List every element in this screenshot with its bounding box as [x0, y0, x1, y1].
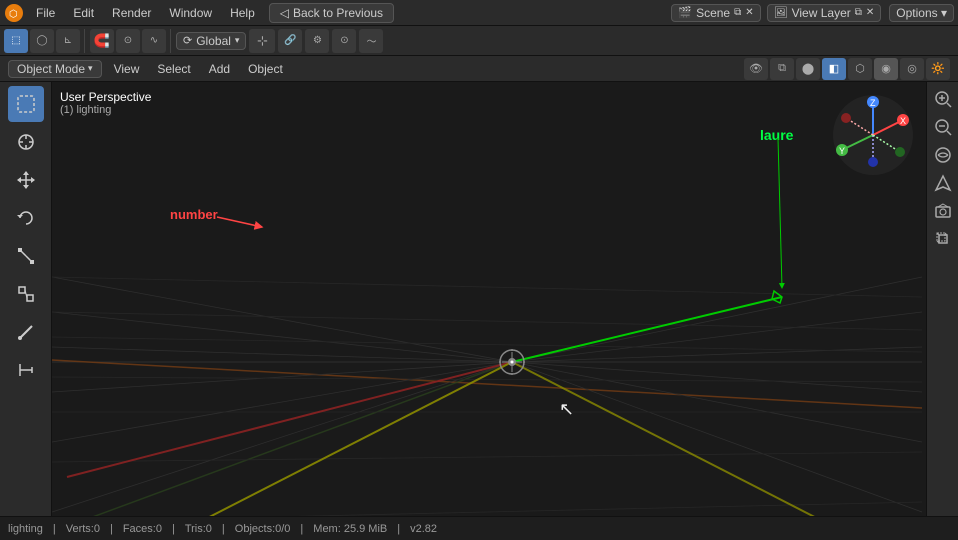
view-layer-name: View Layer [792, 6, 851, 20]
right-toolbar [926, 82, 958, 516]
status-mem: Mem: 25.9 MiB [313, 523, 387, 535]
status-objects: Objects:0/0 [235, 523, 291, 535]
select-menu[interactable]: Select [151, 60, 196, 78]
rendered-mode[interactable]: 🔆 [926, 58, 950, 80]
select-tool-btn[interactable] [8, 86, 44, 122]
snapping-group: 🧲 ⊙ ∿ [90, 29, 171, 53]
move-tool-btn[interactable] [8, 162, 44, 198]
options-button[interactable]: Options ▾ [889, 4, 954, 22]
snap-settings-btn[interactable]: ⚙ [305, 29, 329, 53]
cursor-tool-btn[interactable] [8, 124, 44, 160]
tool-selector-group: ⬚ ◯ ⊾ [4, 29, 85, 53]
options-label: Options ▾ [896, 6, 947, 20]
transform-label: Global [196, 34, 231, 48]
select-box-btn[interactable]: ⬚ [4, 29, 28, 53]
wireframe-mode[interactable]: ⬡ [848, 58, 872, 80]
status-bar: lighting | Verts:0 | Faces:0 | Tris:0 | … [0, 516, 958, 540]
mode-dropdown[interactable]: Object Mode ▾ [8, 60, 102, 78]
snap-to-btn[interactable]: 🔗 [278, 29, 302, 53]
menu-window[interactable]: Window [161, 4, 220, 22]
status-separator-4: | [222, 523, 225, 535]
scale-tool-btn[interactable] [8, 238, 44, 274]
material-mode[interactable]: ◎ [900, 58, 924, 80]
proportional-options[interactable]: ∿ [142, 29, 166, 53]
toolbar-row: ⬚ ◯ ⊾ 🧲 ⊙ ∿ ⟳ Global ▾ ⊹ 🔗 ⚙ ⊙ 〜 [0, 26, 958, 56]
zoom-out-btn[interactable] [930, 114, 956, 140]
scene-icon: 🎬 [678, 6, 692, 19]
menu-help[interactable]: Help [222, 4, 263, 22]
zoom-in-btn[interactable] [930, 86, 956, 112]
transform-tool-btn[interactable] [8, 276, 44, 312]
snap-icon[interactable]: 🧲 [90, 29, 114, 53]
pivot-btn[interactable]: ⊹ [249, 29, 275, 53]
back-arrow-icon: ◁ [280, 6, 289, 20]
svg-text:X: X [900, 116, 906, 126]
axis-gizmo[interactable]: Z X Y [828, 90, 918, 180]
solid-mode[interactable]: ◉ [874, 58, 898, 80]
xray-icon[interactable]: ◧ [822, 58, 846, 80]
status-scene: lighting [8, 523, 43, 535]
overlay-icon[interactable]: ⬤ [796, 58, 820, 80]
scene-selector[interactable]: 🎬 Scene ⧉ ✕ [671, 4, 760, 22]
orbit-btn[interactable] [930, 142, 956, 168]
blender-logo: ⬡ [4, 3, 24, 23]
menu-render[interactable]: Render [104, 4, 159, 22]
status-version: v2.82 [410, 523, 437, 535]
main-layout: User Perspective (1) lighting laure numb… [0, 82, 958, 516]
status-tris: Tris:0 [185, 523, 212, 535]
viewport-icons: 👁 ⧉ ⬤ ◧ ⬡ ◉ ◎ 🔆 [744, 58, 950, 80]
menu-edit[interactable]: Edit [65, 4, 102, 22]
status-separator-3: | [172, 523, 175, 535]
select-lasso-btn[interactable]: ⊾ [56, 29, 80, 53]
render-icon: 🖼 [774, 6, 788, 19]
back-btn-label: Back to Previous [293, 6, 383, 20]
gizmo-icon[interactable]: ⧉ [770, 58, 794, 80]
grid-canvas [52, 82, 926, 516]
svg-text:Z: Z [870, 98, 876, 108]
menu-file[interactable]: File [28, 4, 63, 22]
back-to-previous-button[interactable]: ◁ Back to Previous [269, 3, 394, 23]
status-separator-1: | [53, 523, 56, 535]
add-menu[interactable]: Add [203, 60, 236, 78]
perspective-ortho-btn[interactable] [930, 226, 956, 252]
status-separator-6: | [397, 523, 400, 535]
svg-text:Y: Y [839, 146, 845, 156]
header-menu: Object Mode ▾ View Select Add Object 👁 ⧉… [0, 56, 958, 82]
camera-view-btn[interactable] [930, 198, 956, 224]
view-layer-selector[interactable]: 🖼 View Layer ⧉ ✕ [767, 4, 882, 22]
object-menu[interactable]: Object [242, 60, 289, 78]
viewport[interactable]: User Perspective (1) lighting laure numb… [52, 82, 926, 516]
transform-chevron: ▾ [235, 35, 240, 46]
svg-text:⬡: ⬡ [9, 9, 18, 20]
top-menu-bar: ⬡ File Edit Render Window Help ◁ Back to… [0, 0, 958, 26]
left-toolbar [0, 82, 52, 516]
fly-btn[interactable] [930, 170, 956, 196]
rotate-tool-btn[interactable] [8, 200, 44, 236]
select-circle-btn[interactable]: ◯ [30, 29, 54, 53]
status-separator-2: | [110, 523, 113, 535]
status-verts: Verts:0 [66, 523, 100, 535]
status-faces: Faces:0 [123, 523, 162, 535]
view-layer-close-icon: ✕ [866, 7, 874, 18]
measure-tool-btn[interactable] [8, 352, 44, 388]
proportional-icon[interactable]: ⊙ [116, 29, 140, 53]
transform-dropdown[interactable]: ⟳ Global ▾ [176, 32, 246, 50]
mode-chevron: ▾ [88, 63, 93, 74]
viewport-shading-icon[interactable]: 👁 [744, 58, 768, 80]
transform-icon: ⟳ [183, 34, 192, 47]
wave-btn[interactable]: 〜 [359, 29, 383, 53]
scene-close-icon: ✕ [745, 7, 753, 18]
scene-copy-icon: ⧉ [734, 7, 741, 18]
view-menu[interactable]: View [108, 60, 146, 78]
annotate-tool-btn[interactable] [8, 314, 44, 350]
status-separator-5: | [300, 523, 303, 535]
proportional-btn[interactable]: ⊙ [332, 29, 356, 53]
mode-label: Object Mode [17, 62, 85, 76]
scene-name: Scene [696, 6, 730, 20]
view-layer-copy-icon: ⧉ [855, 7, 862, 18]
